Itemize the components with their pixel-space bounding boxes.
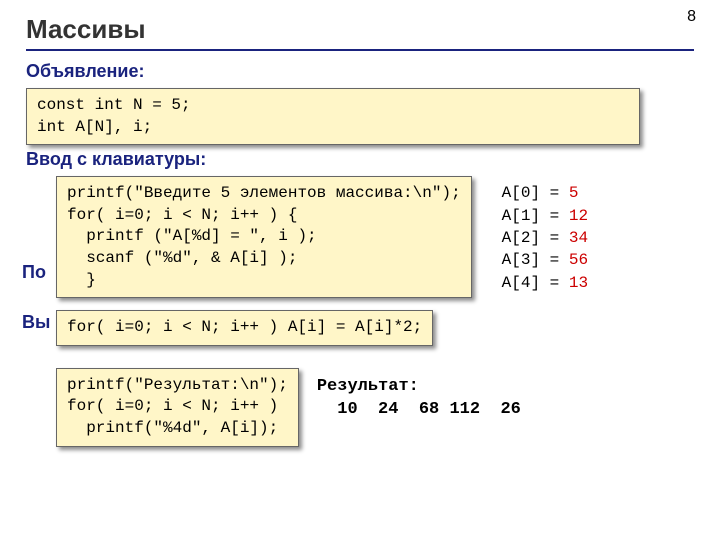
page-number: 8 <box>687 8 696 26</box>
sample-value: 12 <box>569 207 588 225</box>
list-item: A[3] = 56 <box>502 249 588 271</box>
slide: 8 Массивы Объявление: const int N = 5; i… <box>0 0 720 540</box>
label-elementwise: По <box>22 262 46 283</box>
label-input: Ввод с клавиатуры: <box>26 149 694 170</box>
result-values: 10 24 68 112 26 <box>317 400 521 419</box>
sample-label: A[1] = <box>502 207 560 225</box>
sample-value: 34 <box>569 229 588 247</box>
list-item: A[0] = 5 <box>502 182 588 204</box>
label-declaration: Объявление: <box>26 61 694 82</box>
output-row: printf("Результат:\n"); for( i=0; i < N;… <box>26 368 694 447</box>
sample-value: 13 <box>569 274 588 292</box>
sample-label: A[0] = <box>502 184 560 202</box>
list-item: A[4] = 13 <box>502 272 588 294</box>
result-block: Результат: 10 24 68 112 26 <box>317 376 521 422</box>
sample-label: A[4] = <box>502 274 560 292</box>
result-heading: Результат: <box>317 377 419 396</box>
code-print: printf("Результат:\n"); for( i=0; i < N;… <box>56 368 299 447</box>
page-title: Массивы <box>26 14 694 45</box>
sample-label: A[3] = <box>502 251 560 269</box>
title-rule <box>26 49 694 51</box>
list-item: A[2] = 34 <box>502 227 588 249</box>
label-output: Вы <box>22 312 50 333</box>
sample-input-list: A[0] = 5 A[1] = 12 A[2] = 34 A[3] = 56 A… <box>502 182 588 294</box>
input-row: По printf("Введите 5 элементов массива:\… <box>26 176 694 298</box>
list-item: A[1] = 12 <box>502 205 588 227</box>
code-declaration: const int N = 5; int A[N], i; <box>26 88 640 145</box>
sample-value: 5 <box>569 184 579 202</box>
double-row: Вы for( i=0; i < N; i++ ) A[i] = A[i]*2; <box>26 310 694 346</box>
sample-value: 56 <box>569 251 588 269</box>
sample-label: A[2] = <box>502 229 560 247</box>
code-input: printf("Введите 5 элементов массива:\n")… <box>56 176 472 298</box>
code-double: for( i=0; i < N; i++ ) A[i] = A[i]*2; <box>56 310 433 346</box>
